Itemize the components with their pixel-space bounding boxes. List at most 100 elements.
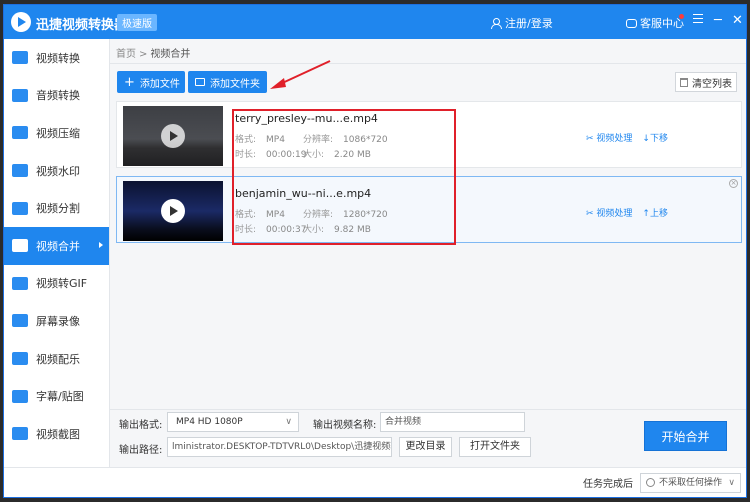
sidebar-item-label: 视频水印 <box>36 164 80 178</box>
video-process-label: 视频处理 <box>596 134 633 144</box>
chevron-down-icon: ∨ <box>728 478 735 488</box>
chevron-down-icon: ∨ <box>285 417 292 427</box>
after-completion-label: 任务完成后 <box>583 479 633 490</box>
sidebar-item-label: 视频分割 <box>36 202 80 216</box>
video-gif-icon <box>12 276 28 290</box>
annotation-arrow-icon <box>270 60 331 89</box>
sidebar-item-video-watermark[interactable]: 视频水印 <box>4 152 109 190</box>
video-merge-icon <box>12 239 28 253</box>
status-bar <box>4 467 746 497</box>
sidebar-item-label: 音频转换 <box>36 89 80 103</box>
add-file-button[interactable]: + 添加文件 <box>117 71 185 93</box>
sidebar-item-video-split[interactable]: 视频分割 <box>4 189 109 227</box>
sidebar-item-label: 视频转换 <box>36 51 80 65</box>
after-completion-select[interactable]: 不采取任何操作 ∨ <box>640 473 741 493</box>
add-folder-button[interactable]: 添加文件夹 <box>188 71 267 93</box>
subtitle-icon <box>12 389 28 403</box>
app-title: 迅捷视频转换器 <box>36 18 128 33</box>
after-completion-value: 不采取任何操作 <box>659 478 723 488</box>
arrow-down-icon: ↓ <box>642 134 650 144</box>
output-format-select[interactable]: MP4 HD 1080P ∨ <box>167 412 299 432</box>
sidebar-item-label: 字幕/贴图 <box>36 390 84 404</box>
audio-convert-icon <box>12 88 28 102</box>
move-down-label: 下移 <box>649 134 668 144</box>
chat-icon <box>626 18 637 28</box>
add-file-label: 添加文件 <box>139 78 180 90</box>
video-music-icon <box>12 352 28 366</box>
sidebar: 视频转换 音频转换 视频压缩 视频水印 视频分割 视频合并 视频转GIF 屏幕录… <box>4 39 110 497</box>
sidebar-item-subtitle[interactable]: 字幕/贴图 <box>4 377 109 415</box>
sidebar-item-label: 视频压缩 <box>36 126 80 140</box>
breadcrumb-current: 视频合并 <box>150 49 191 60</box>
clear-list-label: 清空列表 <box>692 78 732 90</box>
service-center-link[interactable]: 客服中心 <box>626 15 684 31</box>
video-convert-icon <box>12 51 28 65</box>
add-folder-label: 添加文件夹 <box>210 78 260 90</box>
title-bar: 迅捷视频转换器 极速版 注册/登录 客服中心 ─ ✕ <box>4 5 746 39</box>
app-window: 迅捷视频转换器 极速版 注册/登录 客服中心 ─ ✕ 视频转换 音频转换 视频压… <box>3 4 747 498</box>
output-path-input[interactable]: lministrator.DESKTOP-TDTVRL0\Desktop\迅捷视… <box>167 437 392 457</box>
highlight-box <box>232 109 456 245</box>
sidebar-item-audio-convert[interactable]: 音频转换 <box>4 77 109 115</box>
sidebar-item-video-music[interactable]: 视频配乐 <box>4 340 109 378</box>
user-icon <box>491 17 502 29</box>
trash-icon <box>680 77 688 87</box>
video-thumbnail <box>123 106 223 166</box>
breadcrumb-home[interactable]: 首页 <box>116 49 136 60</box>
sidebar-item-video-compress[interactable]: 视频压缩 <box>4 114 109 152</box>
play-icon[interactable] <box>161 199 185 223</box>
login-link[interactable]: 注册/登录 <box>491 15 553 31</box>
output-name-label: 输出视频名称: <box>313 420 377 431</box>
row-actions: ✂ 视频处理 ↓下移 <box>586 131 668 144</box>
remove-file-icon[interactable]: × <box>729 179 738 188</box>
sidebar-item-label: 视频配乐 <box>36 352 80 366</box>
folder-icon <box>195 78 205 86</box>
move-up-button[interactable]: ↑上移 <box>642 206 668 219</box>
output-format-value: MP4 HD 1080P <box>176 417 243 427</box>
edition-badge: 极速版 <box>117 14 157 31</box>
file-list: terry_presley--mu...e.mp4 格式: MP4 分辨率: 108… <box>116 101 742 401</box>
row-actions: ✂ 视频处理 ↑上移 <box>586 206 668 219</box>
clear-list-button[interactable]: 清空列表 <box>675 72 737 92</box>
sidebar-item-screen-record[interactable]: 屏幕录像 <box>4 302 109 340</box>
output-name-input[interactable]: 合并视频 <box>380 412 525 432</box>
divider <box>110 63 746 64</box>
video-process-button[interactable]: ✂ 视频处理 <box>586 206 632 219</box>
sidebar-item-label: 视频转GIF <box>36 277 88 291</box>
move-down-button[interactable]: ↓下移 <box>642 131 668 144</box>
sidebar-item-label: 屏幕录像 <box>36 314 80 328</box>
minimize-button[interactable]: ─ <box>714 13 722 28</box>
video-screenshot-icon <box>12 427 28 441</box>
video-watermark-icon <box>12 164 28 178</box>
app-logo-icon <box>11 12 31 32</box>
video-process-button[interactable]: ✂ 视频处理 <box>586 131 632 144</box>
video-split-icon <box>12 201 28 215</box>
arrow-up-icon: ↑ <box>642 209 650 219</box>
ban-icon <box>646 478 655 487</box>
open-folder-button[interactable]: 打开文件夹 <box>459 437 531 457</box>
sidebar-item-video-convert[interactable]: 视频转换 <box>4 39 109 77</box>
video-compress-icon <box>12 126 28 140</box>
sidebar-item-video-merge[interactable]: 视频合并 <box>4 226 109 265</box>
breadcrumb-separator: > <box>139 49 148 60</box>
output-path-label: 输出路径: <box>119 445 163 456</box>
sidebar-item-video-gif[interactable]: 视频转GIF <box>4 265 109 303</box>
service-label: 客服中心 <box>640 17 684 30</box>
sidebar-item-label: 视频合并 <box>36 239 80 253</box>
change-directory-button[interactable]: 更改目录 <box>399 437 452 457</box>
plus-icon: + <box>124 74 135 90</box>
menu-icon[interactable] <box>693 14 703 26</box>
scissors-icon: ✂ <box>586 209 597 219</box>
breadcrumb: 首页 > 视频合并 <box>116 45 190 60</box>
start-merge-button[interactable]: 开始合并 <box>644 421 727 451</box>
scissors-icon: ✂ <box>586 134 597 144</box>
close-button[interactable]: ✕ <box>732 13 743 28</box>
video-thumbnail <box>123 181 223 241</box>
sidebar-item-label: 视频截图 <box>36 427 80 441</box>
video-process-label: 视频处理 <box>596 209 633 219</box>
play-icon[interactable] <box>161 124 185 148</box>
move-up-label: 上移 <box>649 209 668 219</box>
notification-dot <box>679 14 684 19</box>
login-label: 注册/登录 <box>505 17 553 30</box>
sidebar-item-video-screenshot[interactable]: 视频截图 <box>4 415 109 453</box>
